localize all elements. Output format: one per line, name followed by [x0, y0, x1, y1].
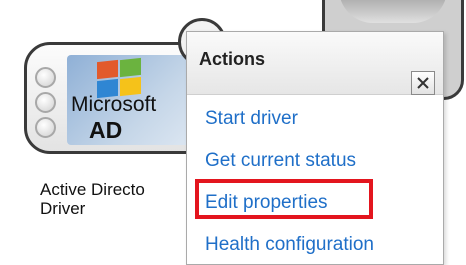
edit-properties-highlight — [195, 179, 373, 219]
driver-caption: Active Directo Driver — [40, 180, 180, 218]
driver-card-2-graphic — [339, 0, 447, 23]
logo-text-ad: AD — [89, 117, 123, 143]
actions-menu-title: Actions — [199, 49, 266, 69]
status-led-icon — [35, 117, 56, 138]
status-led-icon — [35, 92, 56, 113]
actions-menu-header: Actions — [187, 32, 443, 95]
menu-item-get-current-status[interactable]: Get current status — [205, 150, 356, 172]
status-led-icon — [35, 67, 56, 88]
logo-text-microsoft: Microsoft — [71, 93, 157, 116]
actions-menu: Actions Start driver Get current status … — [186, 31, 444, 265]
menu-item-health-configuration[interactable]: Health configuration — [205, 234, 374, 256]
driver-status-leds — [35, 67, 56, 142]
close-icon — [417, 77, 429, 89]
close-button[interactable] — [411, 71, 435, 95]
driver-caption-line1: Active Directo — [40, 180, 145, 199]
menu-item-start-driver[interactable]: Start driver — [205, 108, 298, 130]
driver-caption-line2: Driver — [40, 199, 86, 218]
